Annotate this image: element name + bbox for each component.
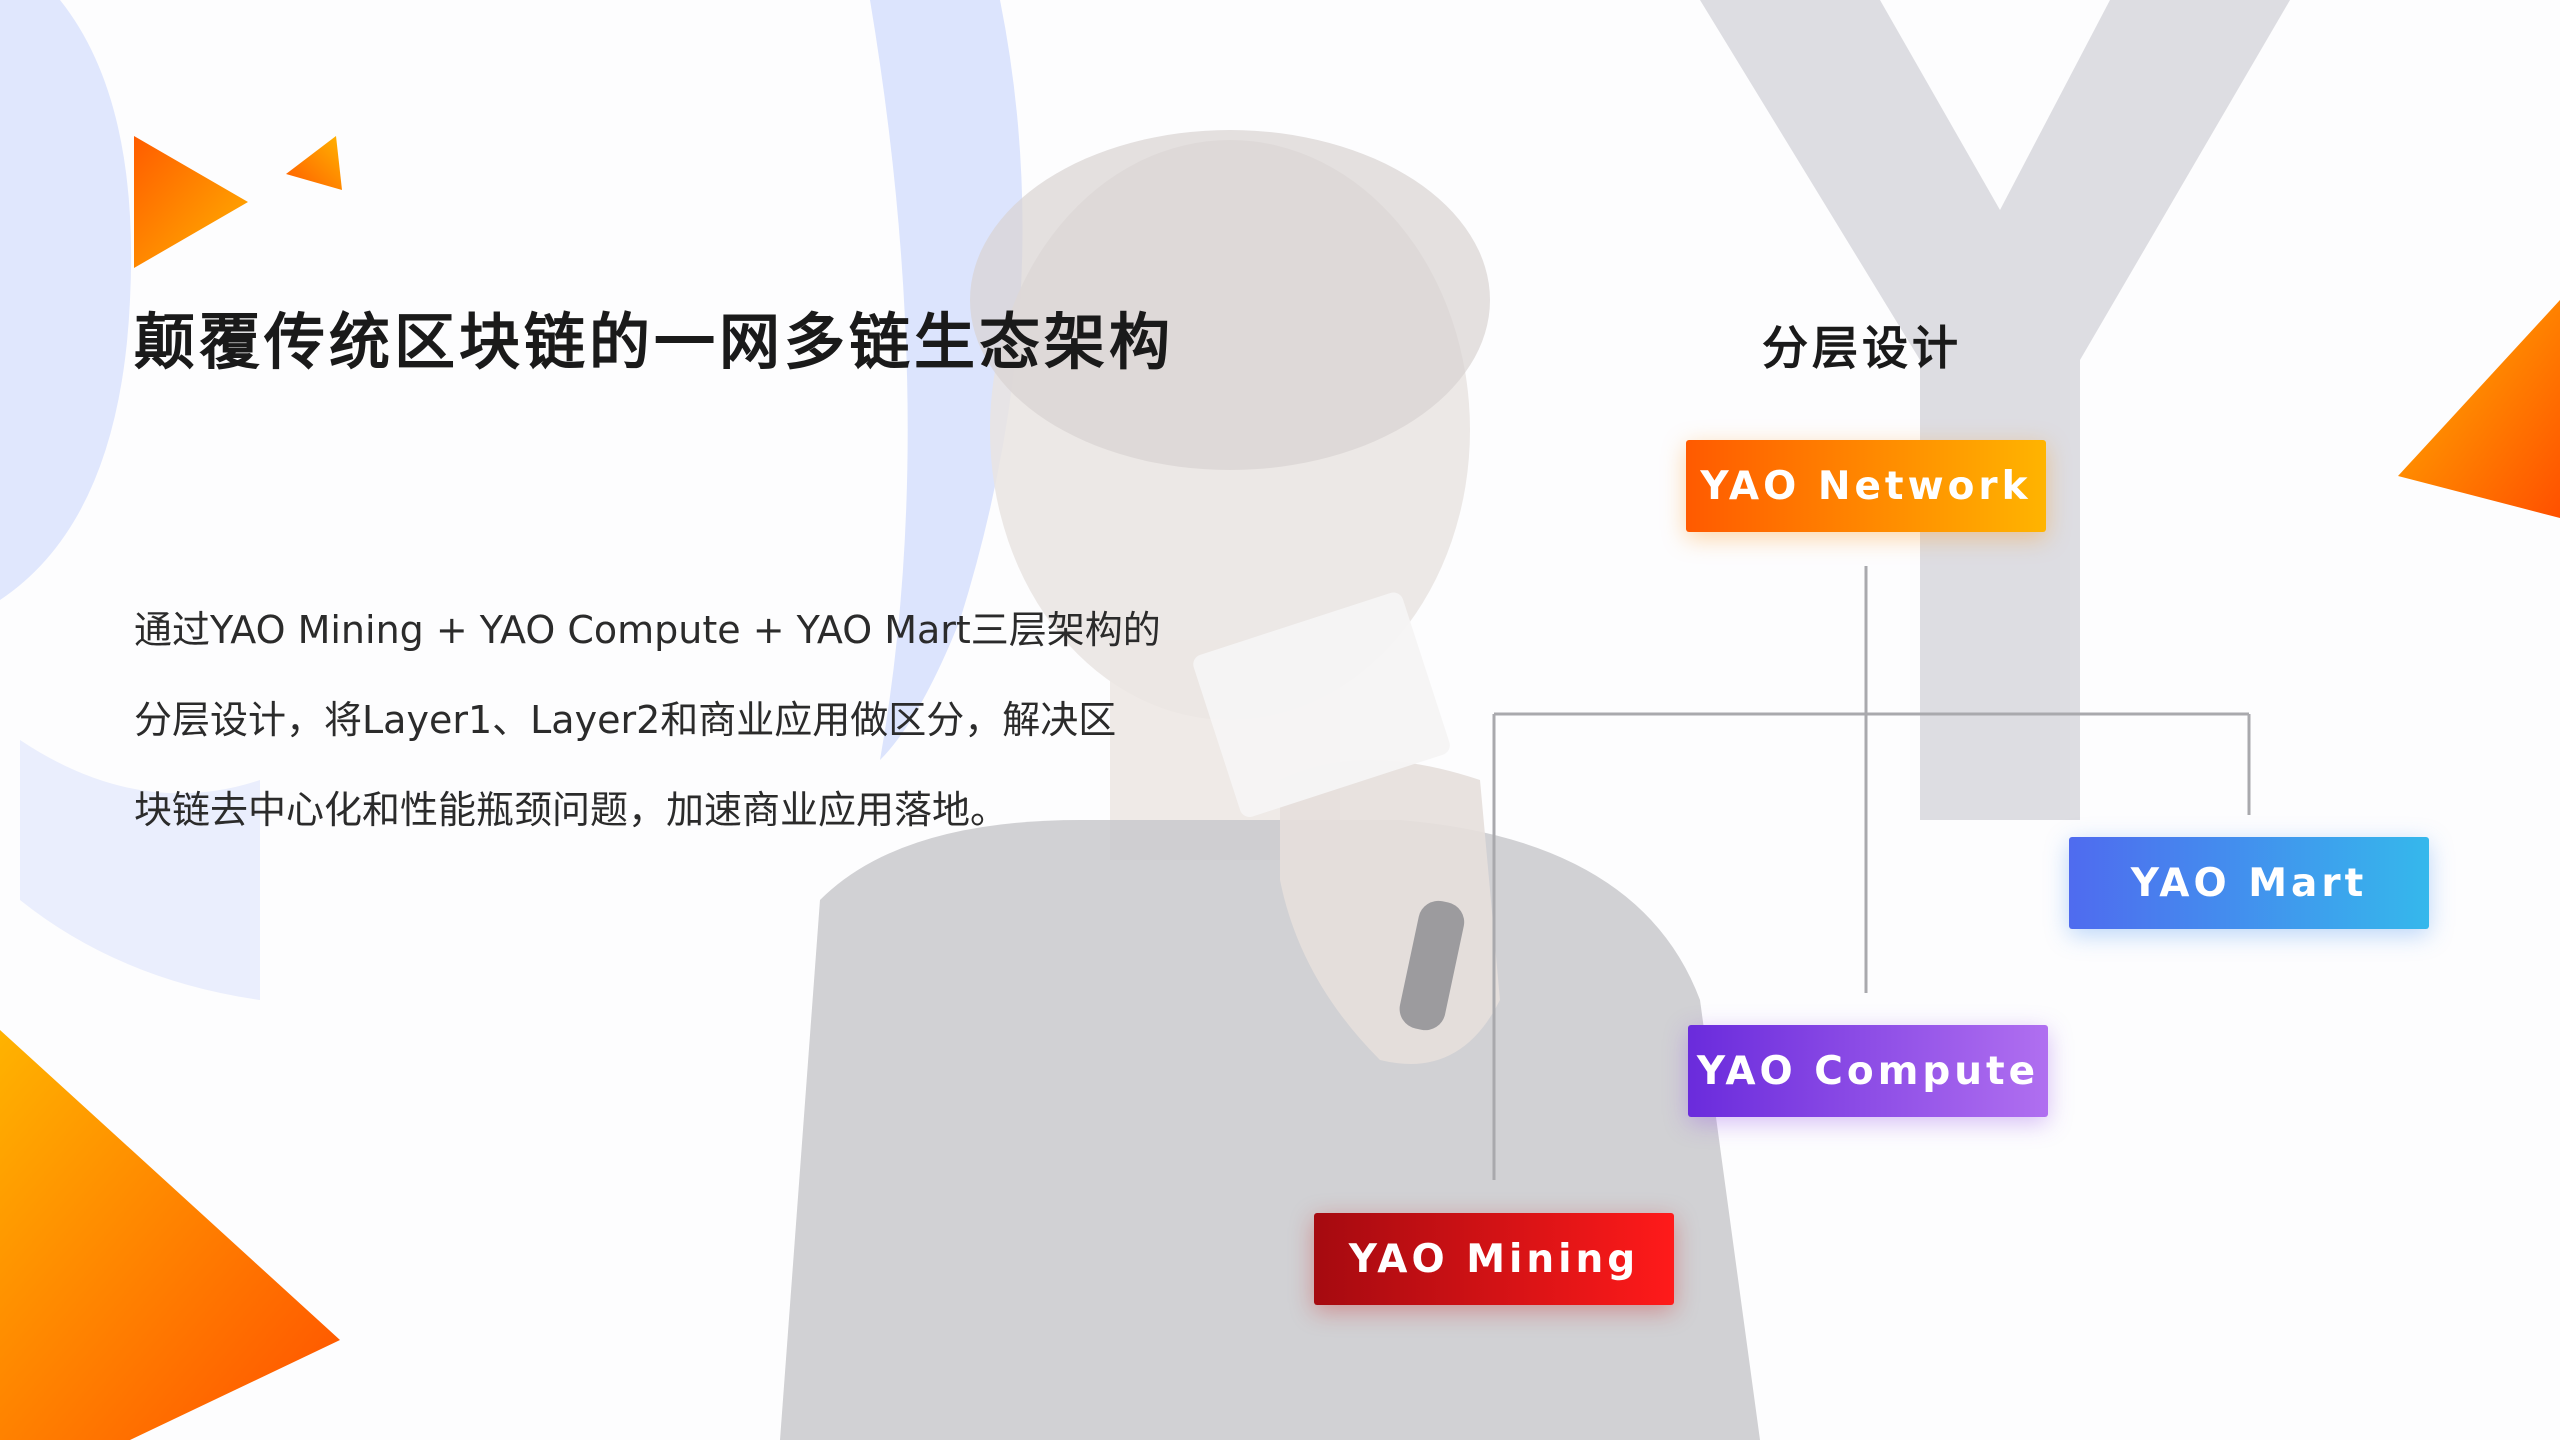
node-yao-mining: YAO Mining [1314, 1213, 1674, 1305]
description-line: 块链去中心化和性能瓶颈问题，加速商业应用落地。 [134, 788, 1009, 832]
page-title: 颠覆传统区块链的一网多链生态架构 [134, 307, 1175, 378]
description-line: 通过YAO Mining + YAO Compute + YAO Mart三层架… [134, 608, 1161, 652]
description-line: 分层设计，将Layer1、Layer2和商业应用做区分，解决区 [134, 698, 1117, 742]
node-yao-compute: YAO Compute [1688, 1025, 2048, 1117]
description: 通过YAO Mining + YAO Compute + YAO Mart三层架… [134, 585, 1224, 855]
node-yao-network: YAO Network [1686, 440, 2046, 532]
node-yao-mart: YAO Mart [2069, 837, 2429, 929]
slide: 颠覆传统区块链的一网多链生态架构 通过YAO Mining + YAO Comp… [0, 0, 2560, 1440]
diagram-title: 分层设计 [1762, 321, 1962, 375]
